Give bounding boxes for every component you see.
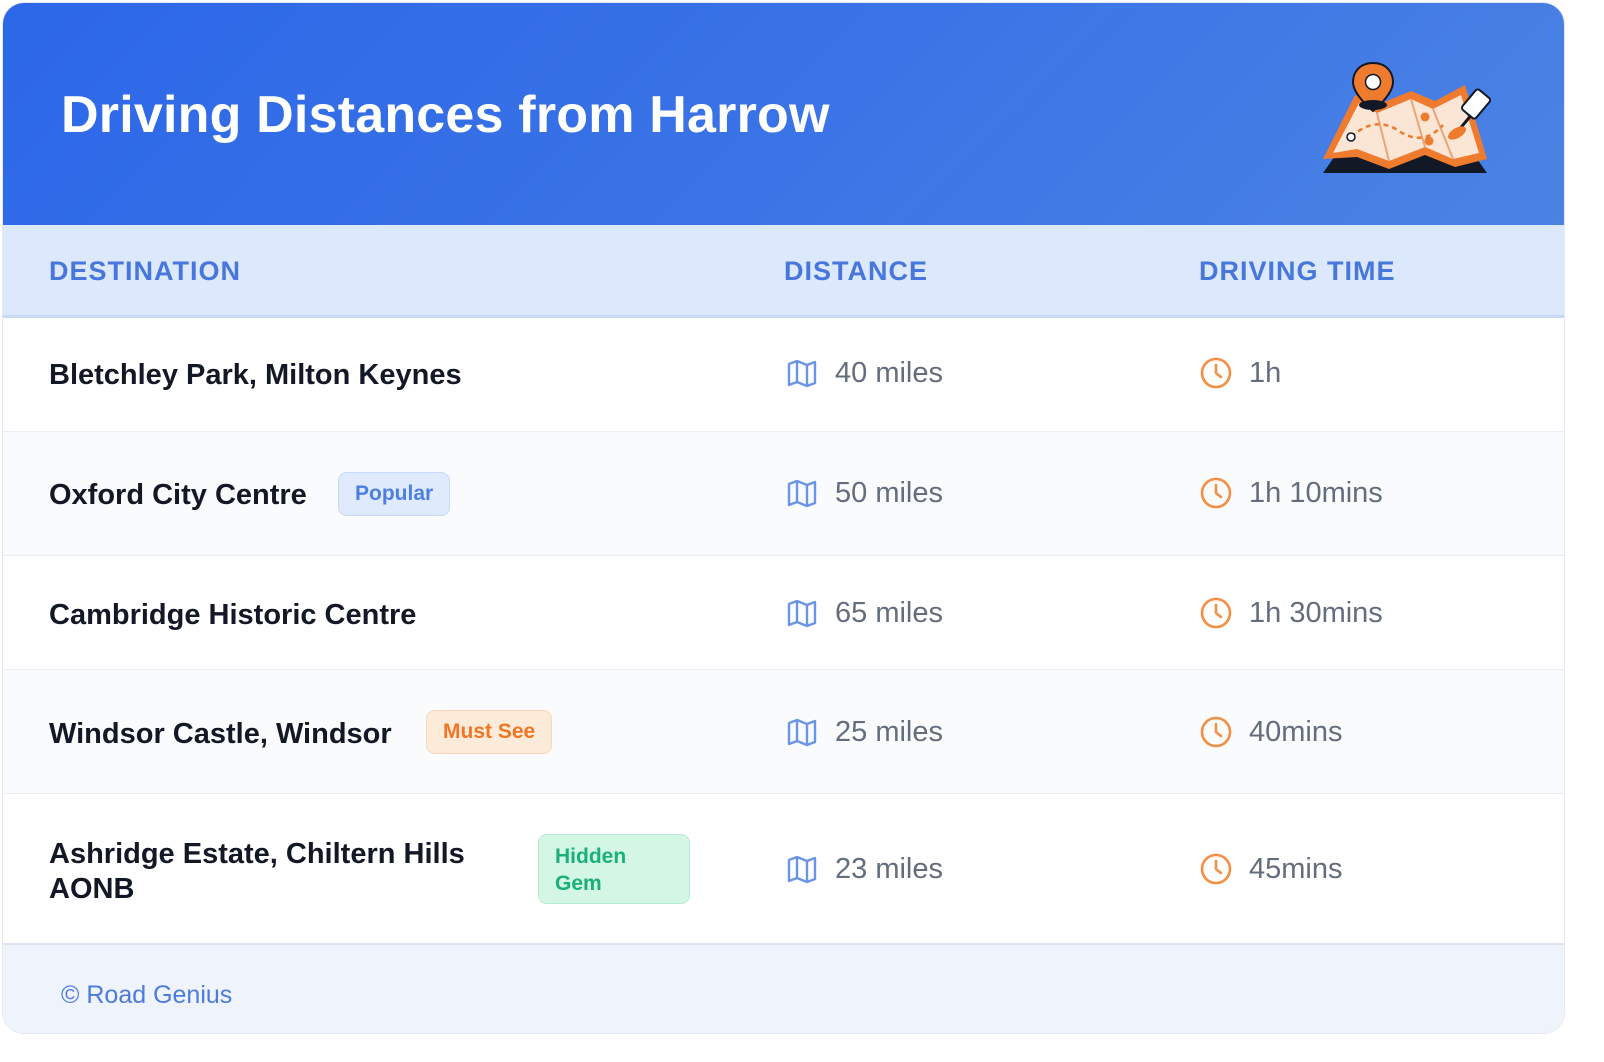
map-icon — [787, 855, 817, 884]
driving-time-value: 1h — [1249, 356, 1282, 389]
distance-cell: 65 miles — [785, 596, 943, 630]
distance-value: 23 miles — [835, 852, 943, 885]
column-header-driving-time: DRIVING TIME — [1199, 256, 1396, 286]
distance-cell: 23 miles — [785, 852, 943, 886]
distance-cell: 25 miles — [785, 715, 943, 749]
clock-icon — [1200, 477, 1232, 509]
driving-time-value: 45mins — [1249, 852, 1343, 885]
destination-name: Bletchley Park, Milton Keynes — [49, 359, 462, 391]
distance-card: Driving Distances from Harrow DESTINATIO… — [2, 2, 1565, 1034]
distance-value: 50 miles — [835, 476, 943, 509]
clock-icon — [1200, 716, 1232, 748]
header-banner: Driving Distances from Harrow — [3, 3, 1564, 225]
driving-time-cell: 45mins — [1199, 852, 1343, 886]
map-icon — [787, 599, 817, 628]
driving-time-cell: 1h 30mins — [1199, 596, 1383, 630]
must-see-badge: Must See — [426, 710, 553, 754]
clock-icon — [1200, 853, 1232, 885]
column-header-destination: DESTINATION — [49, 256, 241, 286]
map-icon — [787, 359, 817, 388]
folded-map-with-pin-icon — [1323, 61, 1492, 173]
destination-name: Windsor Castle, Windsor — [49, 718, 392, 750]
distance-value: 40 miles — [835, 356, 943, 389]
map-icon — [787, 479, 817, 508]
destination-name: Ashridge Estate, Chiltern Hills AONB — [49, 838, 465, 905]
driving-time-value: 40mins — [1249, 715, 1343, 748]
column-header-distance: DISTANCE — [784, 256, 929, 286]
table-row: Windsor Castle, Windsor Must See 25 mile… — [3, 670, 1564, 794]
hidden-gem-badge: Hidden Gem — [538, 834, 690, 904]
popular-badge: Popular — [338, 472, 451, 516]
driving-time-cell: 1h — [1199, 356, 1281, 390]
page-title: Driving Distances from Harrow — [61, 86, 830, 144]
driving-time-value: 1h 10mins — [1249, 476, 1383, 509]
driving-time-cell: 1h 10mins — [1199, 476, 1383, 510]
distance-value: 25 miles — [835, 715, 943, 748]
table-row: Oxford City Centre Popular 50 miles 1h 1… — [3, 432, 1564, 556]
map-icon — [787, 718, 817, 747]
footer: © Road Genius — [3, 943, 1564, 1033]
driving-time-value: 1h 30mins — [1249, 596, 1383, 629]
destination-name: Cambridge Historic Centre — [49, 599, 417, 631]
distance-cell: 50 miles — [785, 476, 943, 510]
table-row: Cambridge Historic Centre 65 miles 1h 30… — [3, 556, 1564, 670]
distance-cell: 40 miles — [785, 356, 943, 390]
table-row: Ashridge Estate, Chiltern Hills AONB Hid… — [3, 794, 1564, 943]
destination-name: Oxford City Centre — [49, 479, 307, 511]
footer-credit: © Road Genius — [61, 981, 233, 1009]
clock-icon — [1200, 597, 1232, 629]
driving-time-cell: 40mins — [1199, 715, 1343, 749]
table-header: DESTINATION DISTANCE DRIVING TIME — [3, 225, 1564, 318]
clock-icon — [1200, 357, 1232, 389]
table-row: Bletchley Park, Milton Keynes 40 miles 1… — [3, 316, 1564, 432]
distance-value: 65 miles — [835, 596, 943, 629]
